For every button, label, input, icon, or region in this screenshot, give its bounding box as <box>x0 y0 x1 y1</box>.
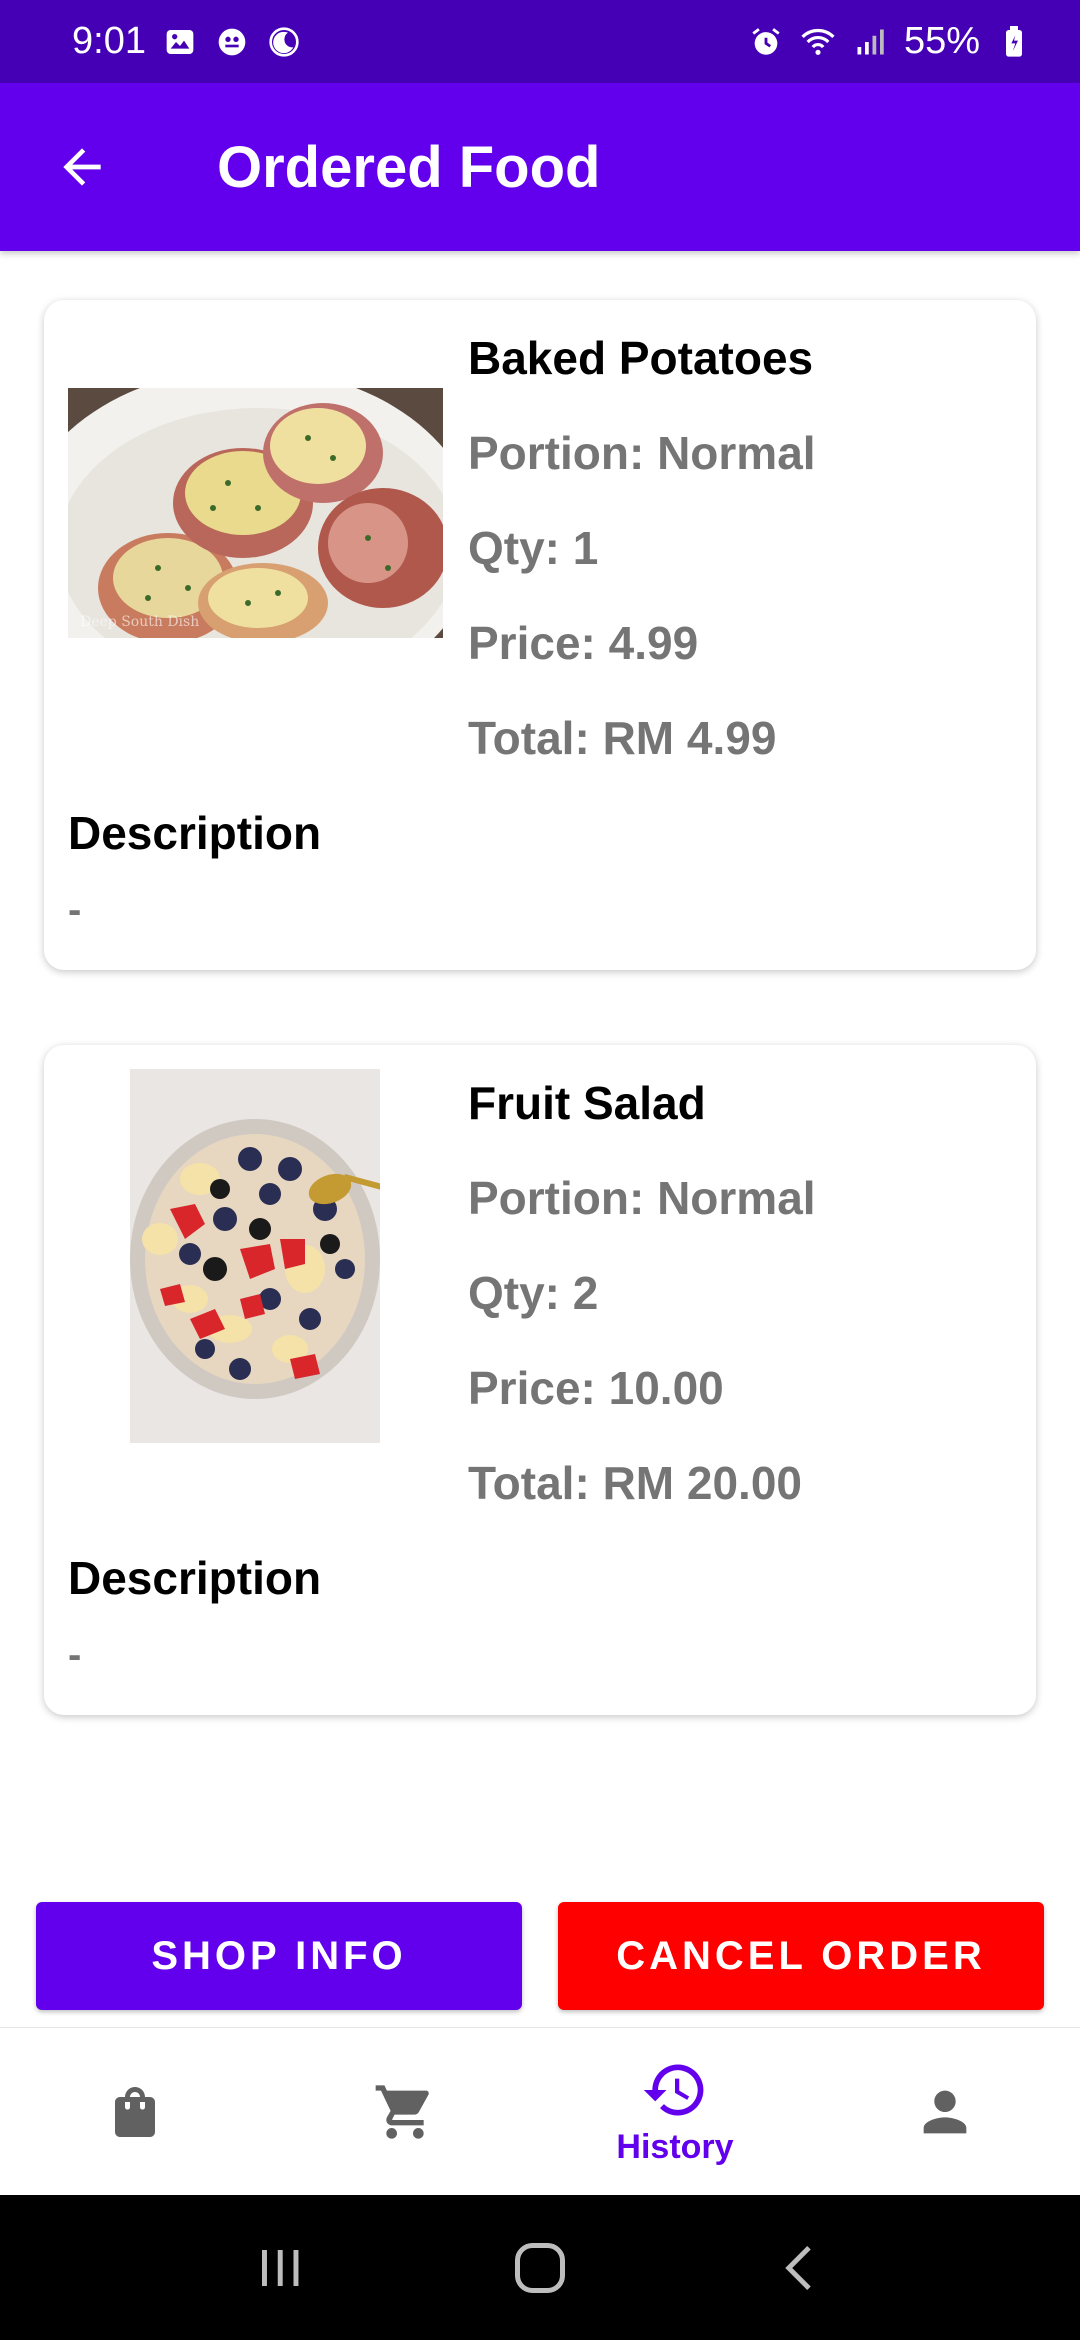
history-icon <box>643 2064 704 2116</box>
shopping-bag-icon <box>115 2086 155 2137</box>
bottom-nav: History <box>0 2027 1080 2195</box>
portion-text: Portion: Normal <box>468 1172 816 1224</box>
total-text: Total: RM 20.00 <box>468 1457 802 1509</box>
status-left: 9:01 <box>72 20 302 63</box>
app-bar: Ordered Food <box>0 83 1080 251</box>
order-item-card: Deep South Dish Baked Potatoes Portion: … <box>44 300 1036 970</box>
nav-item-shop[interactable] <box>0 2028 270 2195</box>
notification-icon <box>214 24 250 60</box>
system-nav-bar <box>0 2195 1080 2340</box>
total-text: Total: RM 4.99 <box>468 712 777 764</box>
baked-potatoes-photo: Deep South Dish <box>68 388 443 638</box>
price-text: Price: 10.00 <box>468 1362 724 1414</box>
alarm-icon <box>748 24 784 60</box>
moon-icon <box>266 24 302 60</box>
description-label: Description <box>68 1552 322 1604</box>
cart-icon <box>375 2084 429 2139</box>
person-icon <box>923 2090 967 2133</box>
description-value: - <box>68 888 82 932</box>
back-icon <box>785 2245 811 2290</box>
cancel-order-button[interactable]: CANCEL ORDER <box>558 1902 1044 2010</box>
qty-text: Qty: 1 <box>468 522 599 574</box>
status-bar: 9:01 55% <box>0 0 1080 83</box>
recents-icon <box>262 2249 299 2286</box>
page-title: Ordered Food <box>217 134 601 200</box>
recents-button[interactable] <box>235 2223 325 2313</box>
back-nav-button[interactable] <box>755 2223 845 2313</box>
food-name: Baked Potatoes <box>468 332 814 384</box>
qty-text: Qty: 2 <box>468 1267 599 1319</box>
status-right: 55% <box>748 20 1032 63</box>
back-button[interactable] <box>32 117 132 217</box>
description-value: - <box>68 1633 82 1677</box>
order-item-card: Fruit Salad Portion: Normal Qty: 2 Price… <box>44 1045 1036 1715</box>
home-icon <box>515 2242 565 2293</box>
price-text: Price: 4.99 <box>468 617 699 669</box>
arrow-left-icon <box>63 148 101 186</box>
food-name: Fruit Salad <box>468 1077 706 1129</box>
signal-icon <box>852 24 888 60</box>
portion-text: Portion: Normal <box>468 427 816 479</box>
nav-item-cart[interactable] <box>270 2028 540 2195</box>
fruit-salad-photo <box>130 1069 380 1443</box>
shop-info-button[interactable]: SHOP INFO <box>36 1902 522 2010</box>
wifi-icon <box>800 24 836 60</box>
gallery-icon <box>162 24 198 60</box>
image-watermark: Deep South Dish <box>80 614 199 630</box>
nav-item-profile[interactable] <box>810 2028 1080 2195</box>
status-time: 9:01 <box>72 20 146 62</box>
description-label: Description <box>68 807 322 859</box>
battery-percent: 55% <box>903 20 980 62</box>
order-info: Baked Potatoes Portion: Normal Qty: 1 Pr… <box>468 330 816 766</box>
home-button[interactable] <box>495 2223 585 2313</box>
order-info: Fruit Salad Portion: Normal Qty: 2 Price… <box>468 1075 816 1511</box>
nav-item-history[interactable]: History <box>540 2028 810 2195</box>
nav-label-history: History <box>616 2128 734 2166</box>
battery-icon <box>996 24 1032 60</box>
